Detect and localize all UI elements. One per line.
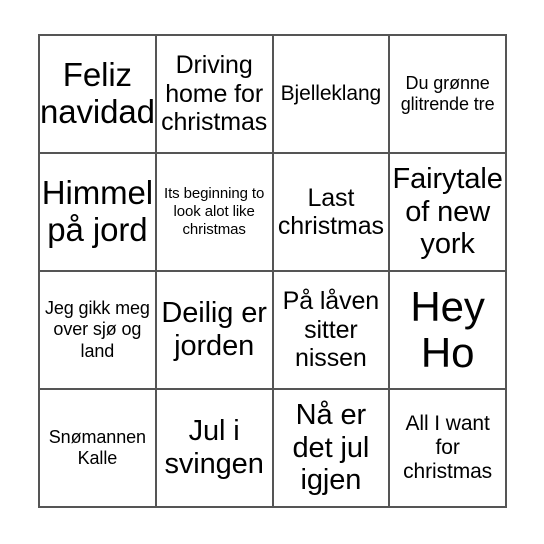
bingo-cell-label: På låven sitter nissen: [282, 287, 380, 373]
bingo-cell-label: Snømannen Kalle: [48, 426, 146, 468]
bingo-cell-r3c3[interactable]: På låven sitter nissen: [273, 272, 391, 390]
bingo-card: Feliz navidad Driving home for christmas B…: [38, 34, 507, 508]
bingo-cell-label: Driving home for christmas: [161, 51, 268, 137]
bingo-cell-r1c4[interactable]: Du grønne glitrende tre: [390, 36, 507, 154]
bingo-cell-label: Himmel på jord: [41, 174, 153, 248]
bingo-cell-r2c4[interactable]: Fairytale of new york: [390, 154, 507, 272]
bingo-cell-label: Its beginning to look alot like christma…: [164, 184, 265, 239]
bingo-cell-r3c4[interactable]: Hey Ho: [390, 272, 507, 390]
bingo-cell-label: Jeg gikk meg over sjø og land: [44, 298, 150, 361]
bingo-cell-r1c1[interactable]: Feliz navidad: [40, 36, 157, 154]
bingo-cell-r3c1[interactable]: Jeg gikk meg over sjø og land: [40, 272, 157, 390]
bingo-cell-label: Deilig er jorden: [161, 297, 267, 362]
bingo-cell-r1c2[interactable]: Driving home for christmas: [156, 36, 274, 154]
bingo-cell-label: Hey Ho: [410, 282, 485, 376]
bingo-cell-r3c2[interactable]: Deilig er jorden: [156, 272, 274, 390]
bingo-cell-r2c2[interactable]: Its beginning to look alot like christma…: [156, 154, 274, 272]
bingo-cell-r2c3[interactable]: Last christmas: [273, 154, 391, 272]
bingo-cell-label: Bjelleklang: [280, 81, 382, 105]
bingo-cell-r2c1[interactable]: Himmel på jord: [40, 154, 157, 272]
bingo-cell-label: All I want for christmas: [403, 411, 493, 484]
bingo-cell-label: Nå er det jul igjen: [292, 398, 370, 497]
bingo-cell-label: Jul i svingen: [164, 415, 264, 480]
bingo-cell-r4c2[interactable]: Jul i svingen: [156, 390, 274, 508]
bingo-cell-label: Fairytale of new york: [392, 162, 503, 261]
bingo-cell-label: Last christmas: [277, 183, 384, 241]
bingo-cell-r1c3[interactable]: Bjelleklang: [273, 36, 391, 154]
bingo-cell-label: Du grønne glitrende tre: [400, 72, 495, 114]
bingo-cell-r4c1[interactable]: Snømannen Kalle: [40, 390, 157, 508]
bingo-cell-r4c3[interactable]: Nå er det jul igjen: [273, 390, 391, 508]
bingo-cell-r4c4[interactable]: All I want for christmas: [390, 390, 507, 508]
bingo-cell-label: Feliz navidad: [40, 56, 155, 130]
